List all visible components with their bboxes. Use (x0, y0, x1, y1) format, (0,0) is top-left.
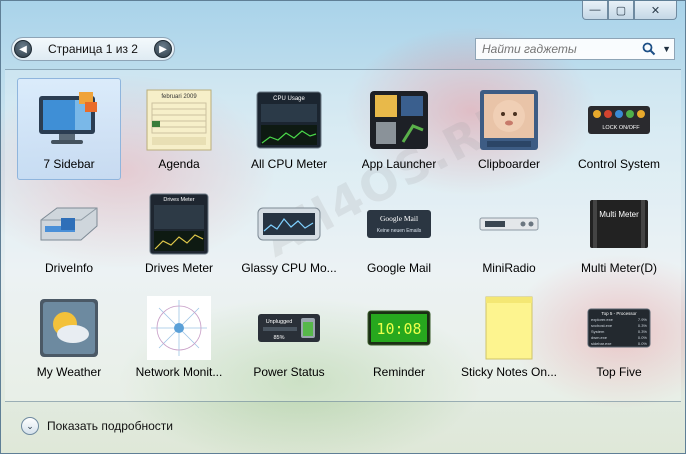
gadget-grid: 7 Sidebar februari 2009 Agenda CPU Usage… (17, 78, 671, 390)
top5-row-value: 7.9% (638, 317, 648, 322)
close-button[interactable]: ✕ (634, 1, 677, 20)
gmail-title: Google Mail (380, 214, 418, 223)
gadget-name: Reminder (372, 365, 426, 379)
top5-row-value: 0.3% (638, 329, 648, 334)
drive-icon (34, 193, 104, 255)
gadget-tile[interactable]: MiniRadio (457, 182, 561, 284)
drives-meter-icon: Drives Meter (144, 193, 214, 255)
gadget-name: DriveInfo (44, 261, 94, 275)
gadget-name: Power Status (253, 365, 325, 379)
top5-row-name: explorer.exe (591, 317, 614, 322)
gadget-name: Glassy CPU Mo... (241, 261, 337, 275)
gadget-tile[interactable]: Sticky Notes On... (457, 286, 561, 388)
multi-meter-icon: Multi Meter (584, 193, 654, 255)
reminder-time: 10:08 (376, 320, 421, 338)
top5-row-name: dwm.exe (591, 335, 608, 340)
top5-row-name: System (591, 329, 605, 334)
gadget-name: 7 Sidebar (43, 157, 95, 171)
control-system-icon: LOCK ON/OFF (584, 89, 654, 151)
gadget-tile[interactable]: CPU Usage All CPU Meter (237, 78, 341, 180)
glassy-cpu-icon (254, 193, 324, 255)
chevron-down-icon[interactable]: ⌄ (21, 417, 39, 435)
window-controls: — ▢ ✕ (582, 1, 677, 20)
drives-meter-title: Drives Meter (163, 197, 194, 203)
gadget-name: App Launcher (361, 157, 437, 171)
gadget-name: Control System (577, 157, 661, 171)
baby-photo-icon (474, 89, 544, 151)
gadget-tile[interactable]: My Weather (17, 286, 121, 388)
top5-row-value: 0.0% (638, 341, 648, 346)
gadget-tile[interactable]: DriveInfo (17, 182, 121, 284)
battery-icon: Unplugged 85% (254, 297, 324, 359)
gadget-name: Sticky Notes On... (460, 365, 558, 379)
minimize-button[interactable]: — (582, 1, 608, 20)
page-navigator: ◀ Страница 1 из 2 ▶ (11, 37, 175, 61)
top5-title: Top 5 - Processor (601, 311, 637, 316)
gmail-subtitle: Keine neuen Emails (377, 228, 422, 234)
network-icon (144, 296, 214, 360)
gadget-tile[interactable]: Top 5 - Processor explorer.exe 7.9% svch… (567, 286, 671, 388)
top-five-icon: Top 5 - Processor explorer.exe 7.9% svch… (584, 297, 654, 359)
radio-icon (474, 193, 544, 255)
gadget-panel: 7 Sidebar februari 2009 Agenda CPU Usage… (5, 69, 681, 402)
next-page-button[interactable]: ▶ (153, 40, 172, 58)
top5-row-value: 0.0% (638, 335, 648, 340)
cpu-usage-title: CPU Usage (273, 96, 305, 102)
gadget-tile[interactable]: 7 Sidebar (17, 78, 121, 180)
calendar-icon: februari 2009 (144, 89, 214, 151)
top5-row-name: svchost.exe (591, 323, 613, 328)
page-indicator: Страница 1 из 2 (48, 42, 138, 56)
toolbar: ◀ Страница 1 из 2 ▶ ▼ (5, 33, 681, 65)
gadget-name: Drives Meter (144, 261, 213, 275)
monitor-icon (34, 89, 104, 151)
gadget-tile[interactable]: Network Monit... (127, 286, 231, 388)
sticky-note-icon (474, 296, 544, 360)
search-input[interactable] (476, 39, 639, 59)
gadget-tile[interactable]: februari 2009 Agenda (127, 78, 231, 180)
gadget-name: Multi Meter(D) (580, 261, 657, 275)
clock-icon: 10:08 (364, 297, 434, 359)
prev-page-button[interactable]: ◀ (14, 40, 32, 58)
show-details-label[interactable]: Показать подробности (47, 419, 173, 433)
gadget-tile[interactable]: Glassy CPU Mo... (237, 182, 341, 284)
gadget-name: Agenda (158, 157, 200, 171)
cpu-meter-icon: CPU Usage (254, 89, 324, 151)
gadget-tile[interactable]: App Launcher (347, 78, 451, 180)
top5-row-value: 0.3% (638, 323, 648, 328)
gadget-name: Network Monit... (135, 365, 223, 379)
gadget-tile[interactable]: Drives Meter Drives Meter (127, 182, 231, 284)
gadget-tile[interactable]: LOCK ON/OFF Control System (567, 78, 671, 180)
battery-percent: 85% (273, 335, 284, 341)
search-icon[interactable] (639, 42, 659, 56)
details-toggle[interactable]: ⌄ Показать подробности (21, 417, 173, 435)
gadget-tile[interactable]: Unplugged 85% Power Status (237, 286, 341, 388)
search-box: ▼ (475, 38, 675, 60)
gadget-tile[interactable]: Clipboarder (457, 78, 561, 180)
gadget-tile[interactable]: Google Mail Keine neuen Emails Google Ma… (347, 182, 451, 284)
multi-meter-label: Multi Meter (599, 210, 639, 219)
gadget-tile[interactable]: Multi Meter Multi Meter(D) (567, 182, 671, 284)
lock-label: LOCK ON/OFF (602, 125, 640, 131)
app-launcher-icon (364, 89, 434, 151)
agenda-month-label: februari 2009 (161, 94, 197, 100)
top5-row-name: sidebar.exe (591, 341, 612, 346)
gadget-name: Top Five (596, 365, 642, 379)
gadget-tile[interactable]: 10:08 Reminder (347, 286, 451, 388)
gadget-name: Google Mail (366, 261, 432, 275)
weather-icon (34, 297, 104, 359)
unplugged-label: Unplugged (266, 319, 293, 325)
gadget-name: My Weather (36, 365, 102, 379)
gadget-name: All CPU Meter (250, 157, 327, 171)
mail-icon: Google Mail Keine neuen Emails (364, 193, 434, 255)
gadget-name: MiniRadio (482, 261, 536, 275)
search-dropdown-icon[interactable]: ▼ (659, 44, 674, 54)
gadget-gallery-window: — ▢ ✕ ◀ Страница 1 из 2 ▶ ▼ All4OS.RU (0, 0, 686, 454)
gadget-name: Clipboarder (477, 157, 541, 171)
maximize-button[interactable]: ▢ (608, 1, 634, 20)
